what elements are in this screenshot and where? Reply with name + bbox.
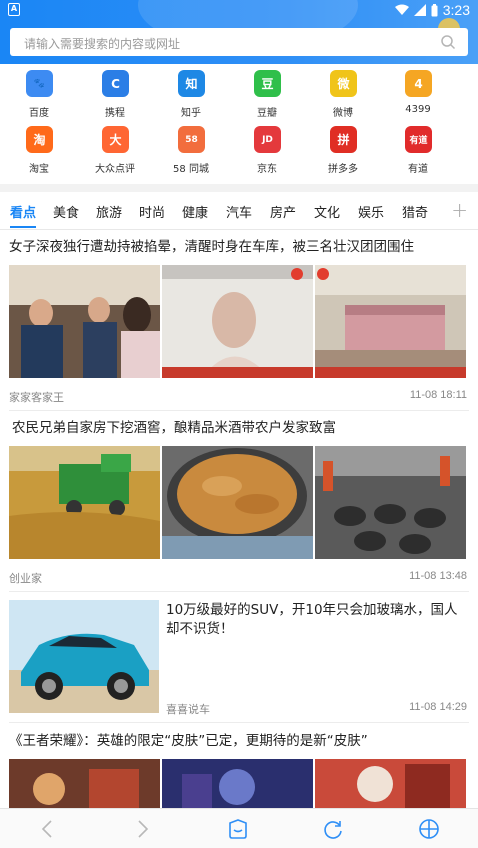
quick-link-8[interactable]: 大大众点评 xyxy=(83,126,147,176)
top-header: A 3:23 请输入需要搜索的内容或网址 xyxy=(0,0,478,64)
quick-link-label: 知乎 xyxy=(181,108,201,119)
quick-link-9[interactable]: 58 58 同城 xyxy=(159,126,223,176)
quick-link-5[interactable]: 微微博 xyxy=(311,70,375,120)
ctrip-icon: C xyxy=(102,70,129,97)
article-image-harvester[interactable] xyxy=(9,446,160,559)
tab-4[interactable]: 时尚 xyxy=(139,202,165,221)
refresh-icon xyxy=(324,821,342,839)
tab-2[interactable]: 美食 xyxy=(53,202,79,221)
douban-icon: 豆 xyxy=(254,70,281,97)
jd-icon: JD xyxy=(254,126,281,153)
signal-icon xyxy=(413,4,426,16)
app-notification-icon: A xyxy=(8,3,20,16)
wifi-icon xyxy=(394,4,409,15)
quick-link-label: 京东 xyxy=(257,164,277,175)
article-title[interactable]: 《王者荣耀》：英雄的限定“皮肤”已定，更期待的是新“皮肤” xyxy=(9,731,368,751)
quick-link-label: 拼多多 xyxy=(328,164,358,175)
tab-1[interactable]: 看点 xyxy=(10,202,36,221)
quick-links-grid: 🐾 百度 C 携程知知乎豆豆瓣微微博 4 4399 淘淘宝大大众点评 58 58 同城 JD 京东拼… xyxy=(0,64,478,184)
chevron-right-icon xyxy=(138,820,149,838)
article-image-bedroom[interactable] xyxy=(315,265,466,378)
section-separator xyxy=(0,184,478,192)
article-single-image[interactable] xyxy=(9,600,159,713)
pinduoduo-icon: 拼 xyxy=(330,126,357,153)
grid-menu-icon xyxy=(419,819,439,839)
tab-7[interactable]: 房产 xyxy=(270,202,296,221)
article-image-hero-2[interactable] xyxy=(162,759,313,809)
feed-divider xyxy=(9,410,469,411)
article-title[interactable]: 10万级最好的SUV，开10年只会加玻璃水，国人却不识货！ xyxy=(166,601,466,639)
article-image-hero-3[interactable] xyxy=(315,759,466,809)
add-tab-icon[interactable]: + xyxy=(451,198,468,222)
quick-link-6[interactable]: 4 4399 xyxy=(386,70,450,120)
quick-link-label: 大众点评 xyxy=(95,164,135,175)
tab-8[interactable]: 文化 xyxy=(314,202,340,221)
4399-icon: 4 xyxy=(405,70,432,97)
quick-link-2[interactable]: C 携程 xyxy=(83,70,147,120)
tab-5[interactable]: 健康 xyxy=(182,202,208,221)
home-button[interactable] xyxy=(225,817,251,841)
article-source: 喜喜说车 xyxy=(166,703,210,716)
tab-3[interactable]: 旅游 xyxy=(96,202,122,221)
feed-divider xyxy=(9,591,469,592)
quick-link-label: 携程 xyxy=(105,108,125,119)
category-tabs: + 看点 美食 旅游 时尚 健康 汽车 房产 文化 娱乐 猎奇 xyxy=(0,192,478,230)
dianping-icon: 大 xyxy=(102,126,129,153)
quick-link-3[interactable]: 知知乎 xyxy=(159,70,223,120)
quick-link-label: 4399 xyxy=(405,104,431,115)
status-bar: A 3:23 xyxy=(0,0,478,20)
tab-9[interactable]: 娱乐 xyxy=(358,202,384,221)
refresh-button[interactable] xyxy=(320,817,346,841)
quick-link-label: 微博 xyxy=(333,108,353,119)
forward-button[interactable] xyxy=(130,817,156,841)
article-time: 11-08 18:11 xyxy=(409,389,467,401)
back-button[interactable] xyxy=(34,817,60,841)
active-tab-indicator xyxy=(10,226,36,228)
article-images[interactable] xyxy=(9,265,467,378)
article-image-rice-wine[interactable] xyxy=(162,446,313,559)
quick-link-4[interactable]: 豆豆瓣 xyxy=(235,70,299,120)
article-images[interactable] xyxy=(9,446,467,559)
search-placeholder: 请输入需要搜索的内容或网址 xyxy=(24,37,181,51)
tab-10[interactable]: 猎奇 xyxy=(402,202,428,221)
quick-link-label: 淘宝 xyxy=(29,164,49,175)
quick-link-10[interactable]: JD 京东 xyxy=(235,126,299,176)
youdao-icon: 有道 xyxy=(405,126,432,153)
browser-home-page: A 3:23 请输入需要搜索的内容或网址 🐾 百度 C 携程知知乎豆豆瓣微微博 4 439… xyxy=(0,0,478,848)
bottom-navigation xyxy=(0,808,478,848)
quick-link-label: 58 同城 xyxy=(173,164,209,175)
58-icon: 58 xyxy=(178,126,205,153)
article-images[interactable] xyxy=(9,759,467,809)
search-icon[interactable] xyxy=(440,34,456,50)
status-time: 3:23 xyxy=(442,2,470,18)
article-image-hero-1[interactable] xyxy=(9,759,160,809)
quick-link-label: 有道 xyxy=(408,164,428,175)
battery-icon xyxy=(431,3,438,16)
feed-divider xyxy=(9,722,469,723)
article-image-police-interview[interactable] xyxy=(9,265,160,378)
home-box-icon xyxy=(229,819,247,839)
tab-6[interactable]: 汽车 xyxy=(226,202,252,221)
quick-link-label: 百度 xyxy=(29,108,49,119)
quick-link-12[interactable]: 有道 有道 xyxy=(386,126,450,176)
article-title[interactable]: 女子深夜独行遭劫持被掐晕，清醒时身在车库，被三名壮汉团团围住 xyxy=(9,237,414,257)
quick-link-label: 豆瓣 xyxy=(257,108,277,119)
chevron-left-icon xyxy=(41,820,52,838)
article-time: 11-08 13:48 xyxy=(409,570,467,582)
article-image-blurred-woman[interactable] xyxy=(162,265,313,378)
baidu-paw-icon: 🐾 xyxy=(26,70,53,97)
article-source: 家家客家王 xyxy=(9,391,64,404)
quick-link-1[interactable]: 🐾 百度 xyxy=(7,70,71,120)
zhihu-icon: 知 xyxy=(178,70,205,97)
quick-link-7[interactable]: 淘淘宝 xyxy=(7,126,71,176)
search-input[interactable]: 请输入需要搜索的内容或网址 xyxy=(10,28,468,56)
article-source: 创业家 xyxy=(9,572,42,585)
quick-link-11[interactable]: 拼拼多多 xyxy=(311,126,375,176)
article-image-jars[interactable] xyxy=(315,446,466,559)
tabs-menu-button[interactable] xyxy=(416,817,442,841)
article-title[interactable]: 农民兄弟自家房下挖酒窖，酿精品米酒带农户发家致富 xyxy=(12,418,336,438)
taobao-icon: 淘 xyxy=(26,126,53,153)
weibo-icon: 微 xyxy=(330,70,357,97)
article-time: 11-08 14:29 xyxy=(409,701,467,713)
